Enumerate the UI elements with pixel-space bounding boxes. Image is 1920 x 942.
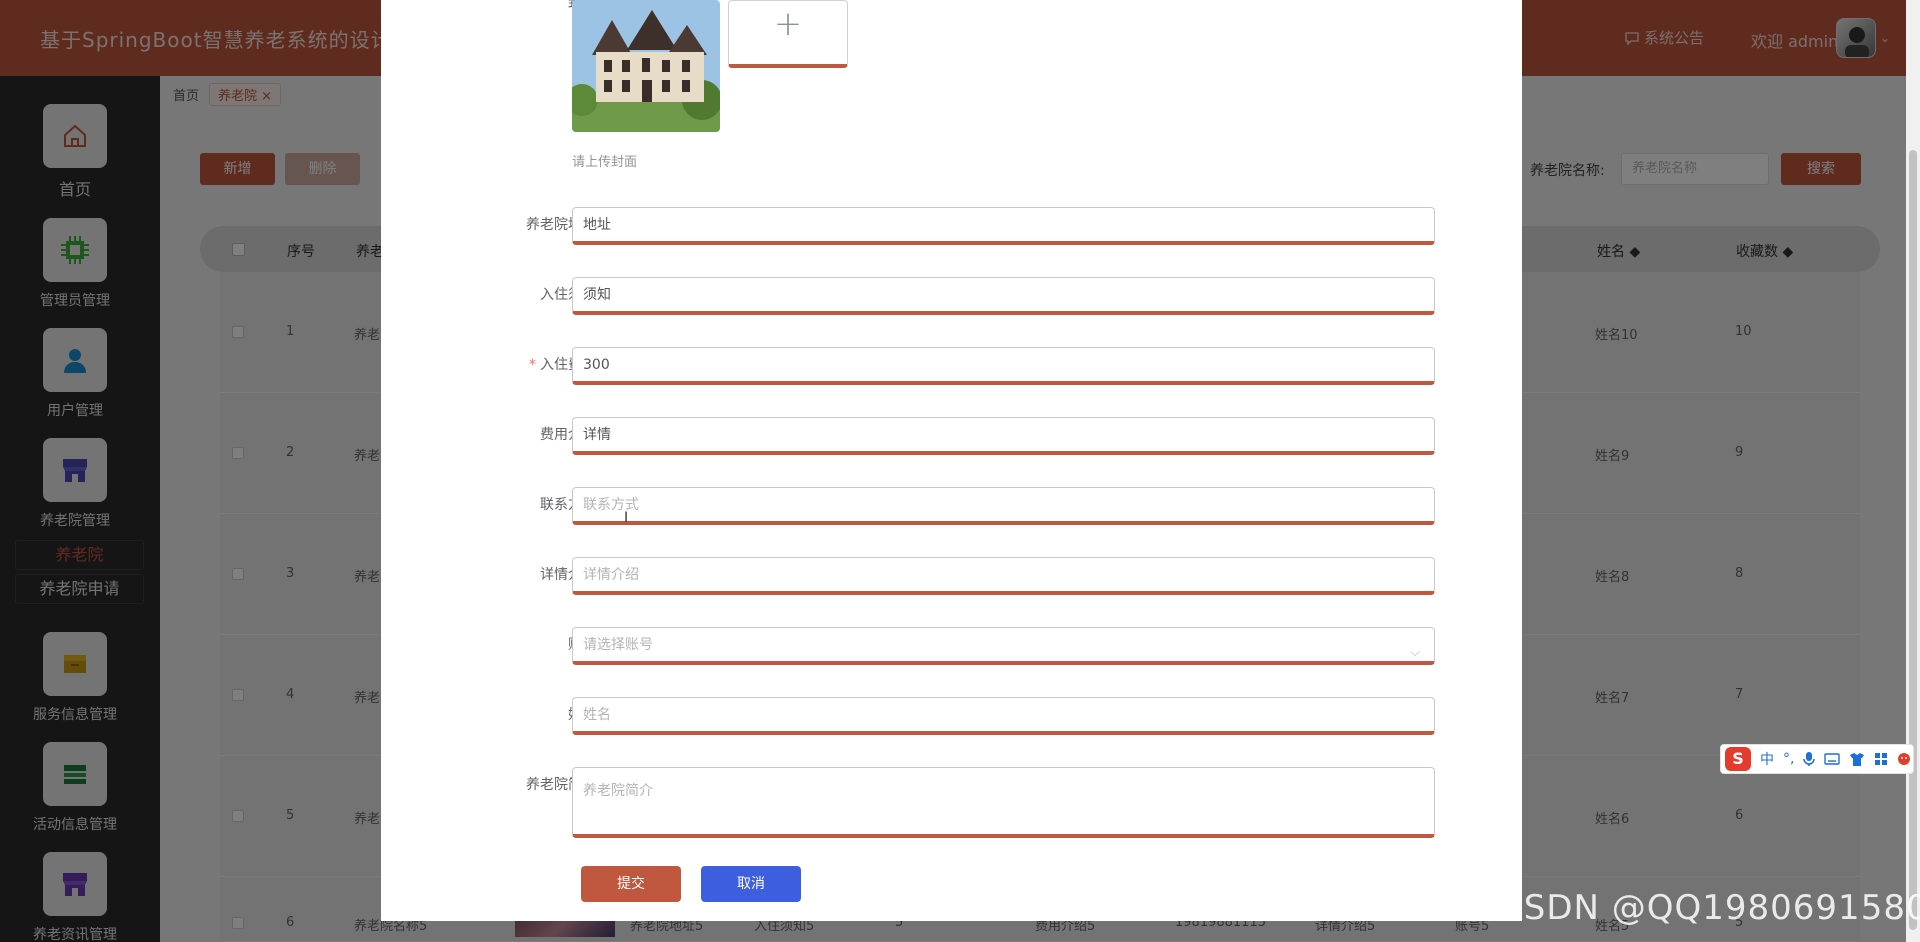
ime-punctuation[interactable]: °, (1783, 751, 1794, 767)
submit-button[interactable]: 提交 (581, 866, 681, 902)
ime-logo-icon[interactable]: S (1725, 747, 1751, 771)
chevron-down-icon: ⌵ (1410, 645, 1420, 660)
account-select-placeholder: 请选择账号 (583, 637, 653, 653)
grid-icon[interactable] (1874, 752, 1888, 766)
required-mark: * (529, 357, 536, 373)
keyboard-icon[interactable] (1824, 753, 1841, 765)
checkin-notice-input[interactable]: 须知 (572, 277, 1435, 315)
text-cursor-icon: I (624, 510, 629, 526)
ime-toolbar[interactable]: S 中 °, (1720, 744, 1914, 774)
address-input[interactable]: 地址 (572, 207, 1435, 245)
cancel-button[interactable]: 取消 (701, 866, 801, 902)
name-input[interactable]: 姓名 (572, 697, 1435, 735)
nursing-home-form-dialog: 封面 + 请上传封面 养老院地址 地址 入住须知 须知 *入住费用 300 费用… (381, 0, 1522, 921)
shirt-icon[interactable] (1849, 752, 1865, 766)
scrollbar-thumb[interactable] (1909, 150, 1917, 930)
account-select[interactable]: 请选择账号 ⌵ (572, 627, 1435, 665)
ime-mode[interactable]: 中 (1760, 749, 1774, 769)
checkin-fee-input[interactable]: 300 (572, 347, 1435, 385)
emoji-icon[interactable] (1897, 752, 1911, 766)
upload-tip: 请上传封面 (572, 155, 638, 170)
contact-input[interactable]: 联系方式 (572, 487, 1435, 525)
detail-intro-input[interactable]: 详情介绍 (572, 557, 1435, 595)
intro-textarea[interactable]: 养老院简介 (572, 767, 1435, 838)
fee-intro-input[interactable]: 详情 (572, 417, 1435, 455)
microphone-icon[interactable] (1803, 751, 1816, 767)
upload-button[interactable]: + (728, 0, 848, 68)
plus-icon: + (773, 4, 803, 44)
cover-image[interactable] (572, 0, 720, 132)
watermark: CSDN @QQ1980691580 (1499, 888, 1920, 928)
